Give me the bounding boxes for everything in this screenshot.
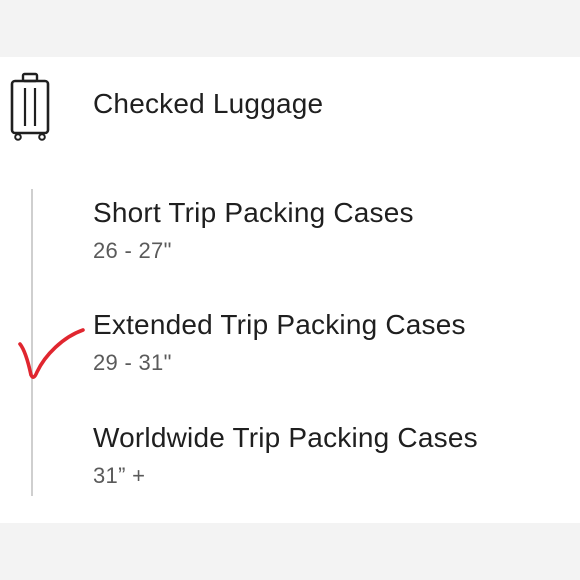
luggage-icon xyxy=(10,72,50,141)
option-extended-trip[interactable]: Extended Trip Packing Cases 29 - 31" xyxy=(93,308,563,377)
option-size: 29 - 31" xyxy=(93,350,172,375)
checkmark-icon xyxy=(18,328,85,379)
section-title: Checked Luggage xyxy=(93,88,324,119)
option-short-trip[interactable]: Short Trip Packing Cases 26 - 27" xyxy=(93,196,563,265)
option-title: Extended Trip Packing Cases xyxy=(93,309,466,340)
option-title: Worldwide Trip Packing Cases xyxy=(93,422,478,453)
checked-luggage-card: Checked Luggage Short Trip Packing Cases… xyxy=(0,57,580,523)
option-title: Short Trip Packing Cases xyxy=(93,197,414,228)
section-header: Checked Luggage xyxy=(0,57,580,157)
option-size: 31” + xyxy=(93,463,146,488)
option-size: 26 - 27" xyxy=(93,238,172,263)
option-worldwide-trip[interactable]: Worldwide Trip Packing Cases 31” + xyxy=(93,421,563,490)
